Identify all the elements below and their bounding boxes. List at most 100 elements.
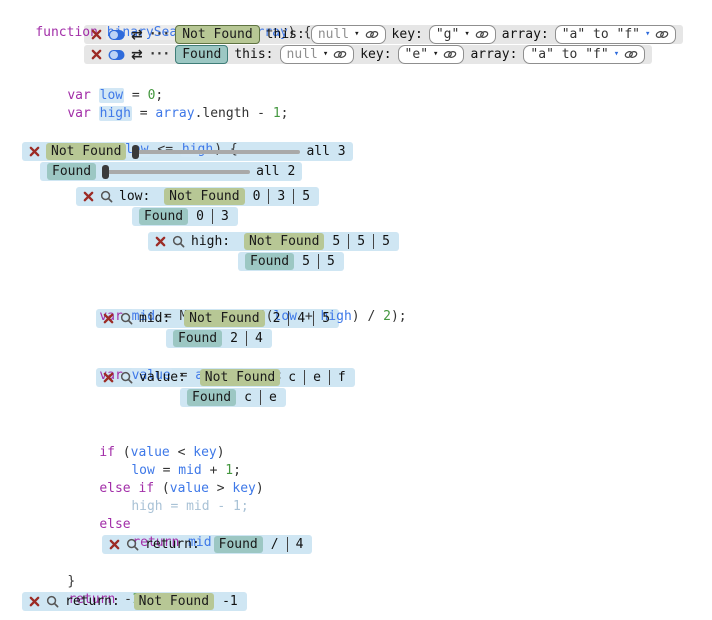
example-badge-notfound: Not Found: [244, 233, 324, 250]
chevron-down-icon: ▾: [645, 30, 650, 39]
example-badge-found[interactable]: Found: [175, 45, 228, 64]
punct: =: [132, 106, 155, 121]
close-icon[interactable]: [103, 313, 114, 324]
loop-slider-row-found: Found all 2: [40, 162, 302, 181]
close-icon[interactable]: [91, 49, 102, 60]
slider-track[interactable]: [104, 170, 250, 174]
more-options-icon[interactable]: ···: [149, 28, 169, 41]
chain-link-icon[interactable]: [333, 49, 347, 60]
number-literal: 1: [273, 106, 281, 121]
punct: }: [67, 574, 75, 589]
probe-value: c: [242, 390, 254, 405]
magnifier-icon[interactable]: [100, 190, 113, 203]
iteration-count-label: all 2: [256, 164, 295, 179]
low-token: low: [131, 463, 154, 478]
chain-link-icon[interactable]: [365, 29, 379, 40]
close-icon[interactable]: [83, 191, 94, 202]
magnifier-icon[interactable]: [126, 538, 139, 551]
toggle-on-icon[interactable]: [108, 49, 125, 61]
probe-row-low-notfound: low: Not Found 0 3 5: [76, 187, 319, 206]
magnifier-icon[interactable]: [172, 235, 185, 248]
punct: >: [209, 481, 232, 496]
keyword-if: if: [99, 445, 115, 460]
example-badge-notfound: Not Found: [200, 369, 280, 386]
chain-link-icon[interactable]: [475, 29, 489, 40]
array-label: array:: [470, 47, 517, 62]
swap-arrows-icon[interactable]: ⇄: [131, 28, 143, 42]
probe-value: 5: [300, 189, 312, 204]
array-value-dropdown[interactable]: "a" to "f" ▾: [555, 25, 677, 44]
chain-link-icon[interactable]: [655, 29, 669, 40]
chevron-down-icon: ▾: [464, 30, 469, 39]
number-literal: 1: [225, 463, 233, 478]
code-line-var-mid: var mid = Math.floor((low + high) / 2);: [0, 290, 712, 308]
probe-value: 3: [219, 209, 231, 224]
value-separator: [288, 311, 289, 326]
key-token: key: [232, 481, 255, 496]
punct: .length -: [195, 106, 273, 121]
close-icon[interactable]: [103, 372, 114, 383]
probe-value: 5: [325, 254, 337, 269]
chain-link-icon[interactable]: [624, 49, 638, 60]
swap-arrows-icon[interactable]: ⇄: [131, 48, 143, 62]
probe-row-low-found: Found 0 3: [132, 207, 238, 226]
magnifier-icon[interactable]: [120, 371, 133, 384]
iteration-slider[interactable]: [132, 145, 300, 159]
this-value-dropdown[interactable]: null ▾: [311, 25, 386, 44]
close-icon[interactable]: [91, 29, 102, 40]
value-separator: [212, 209, 213, 224]
toggle-on-icon[interactable]: [108, 29, 125, 41]
value-separator: [246, 331, 247, 346]
punct: +: [202, 463, 225, 478]
punct: ;: [233, 463, 241, 478]
value-separator: [293, 189, 294, 204]
example-badge-found: Found: [47, 163, 96, 180]
slider-thumb[interactable]: [132, 145, 139, 159]
probe-value: /: [269, 537, 281, 552]
this-value: null: [318, 27, 349, 42]
probe-value: 5: [320, 311, 332, 326]
chevron-down-icon: ▾: [354, 30, 359, 39]
code-editor: function binarySearch(key, array) { ⇄ ··…: [0, 0, 712, 620]
iteration-slider[interactable]: [102, 165, 250, 179]
probe-value: 3: [275, 189, 287, 204]
key-value-dropdown[interactable]: "g" ▾: [429, 25, 496, 44]
chevron-down-icon: ▾: [433, 50, 438, 59]
close-icon[interactable]: [29, 596, 40, 607]
array-token: array: [155, 106, 194, 121]
example-badge-notfound: Not Found: [164, 188, 244, 205]
punct: (: [115, 445, 131, 460]
key-value-dropdown[interactable]: "e" ▾: [398, 45, 465, 64]
example-badge-notfound[interactable]: Not Found: [175, 25, 259, 44]
more-options-icon[interactable]: ···: [149, 48, 169, 61]
slider-thumb[interactable]: [102, 165, 109, 179]
var-high-token[interactable]: high: [99, 106, 132, 121]
example-badge-found: Found: [173, 330, 222, 347]
chain-link-icon[interactable]: [443, 49, 457, 60]
var-low-token[interactable]: low: [99, 88, 124, 103]
example-badge-found: Found: [214, 536, 263, 553]
key-token: key: [193, 445, 216, 460]
keyword-var: var: [67, 88, 98, 103]
code-line-while: while (low <= high) {: [0, 123, 712, 141]
slider-track[interactable]: [134, 150, 300, 154]
punct: ): [217, 445, 225, 460]
this-value-dropdown[interactable]: null ▾: [280, 45, 355, 64]
probe-value: 2: [271, 311, 283, 326]
probe-label: value:: [139, 370, 194, 385]
probe-label: high:: [191, 234, 238, 249]
magnifier-icon[interactable]: [120, 312, 133, 325]
value-separator: [268, 189, 269, 204]
array-value-dropdown[interactable]: "a" to "f" ▾: [523, 45, 645, 64]
value-separator: [313, 311, 314, 326]
close-icon[interactable]: [155, 236, 166, 247]
close-icon[interactable]: [109, 539, 120, 550]
probe-value: 5: [300, 254, 312, 269]
probe-value: e: [267, 390, 279, 405]
punct: ) /: [352, 309, 383, 324]
code-line-var-value: var value = array[mid];: [0, 349, 712, 367]
probe-value: 0: [251, 189, 263, 204]
close-icon[interactable]: [29, 146, 40, 157]
punct: ;: [155, 88, 163, 103]
magnifier-icon[interactable]: [46, 595, 59, 608]
